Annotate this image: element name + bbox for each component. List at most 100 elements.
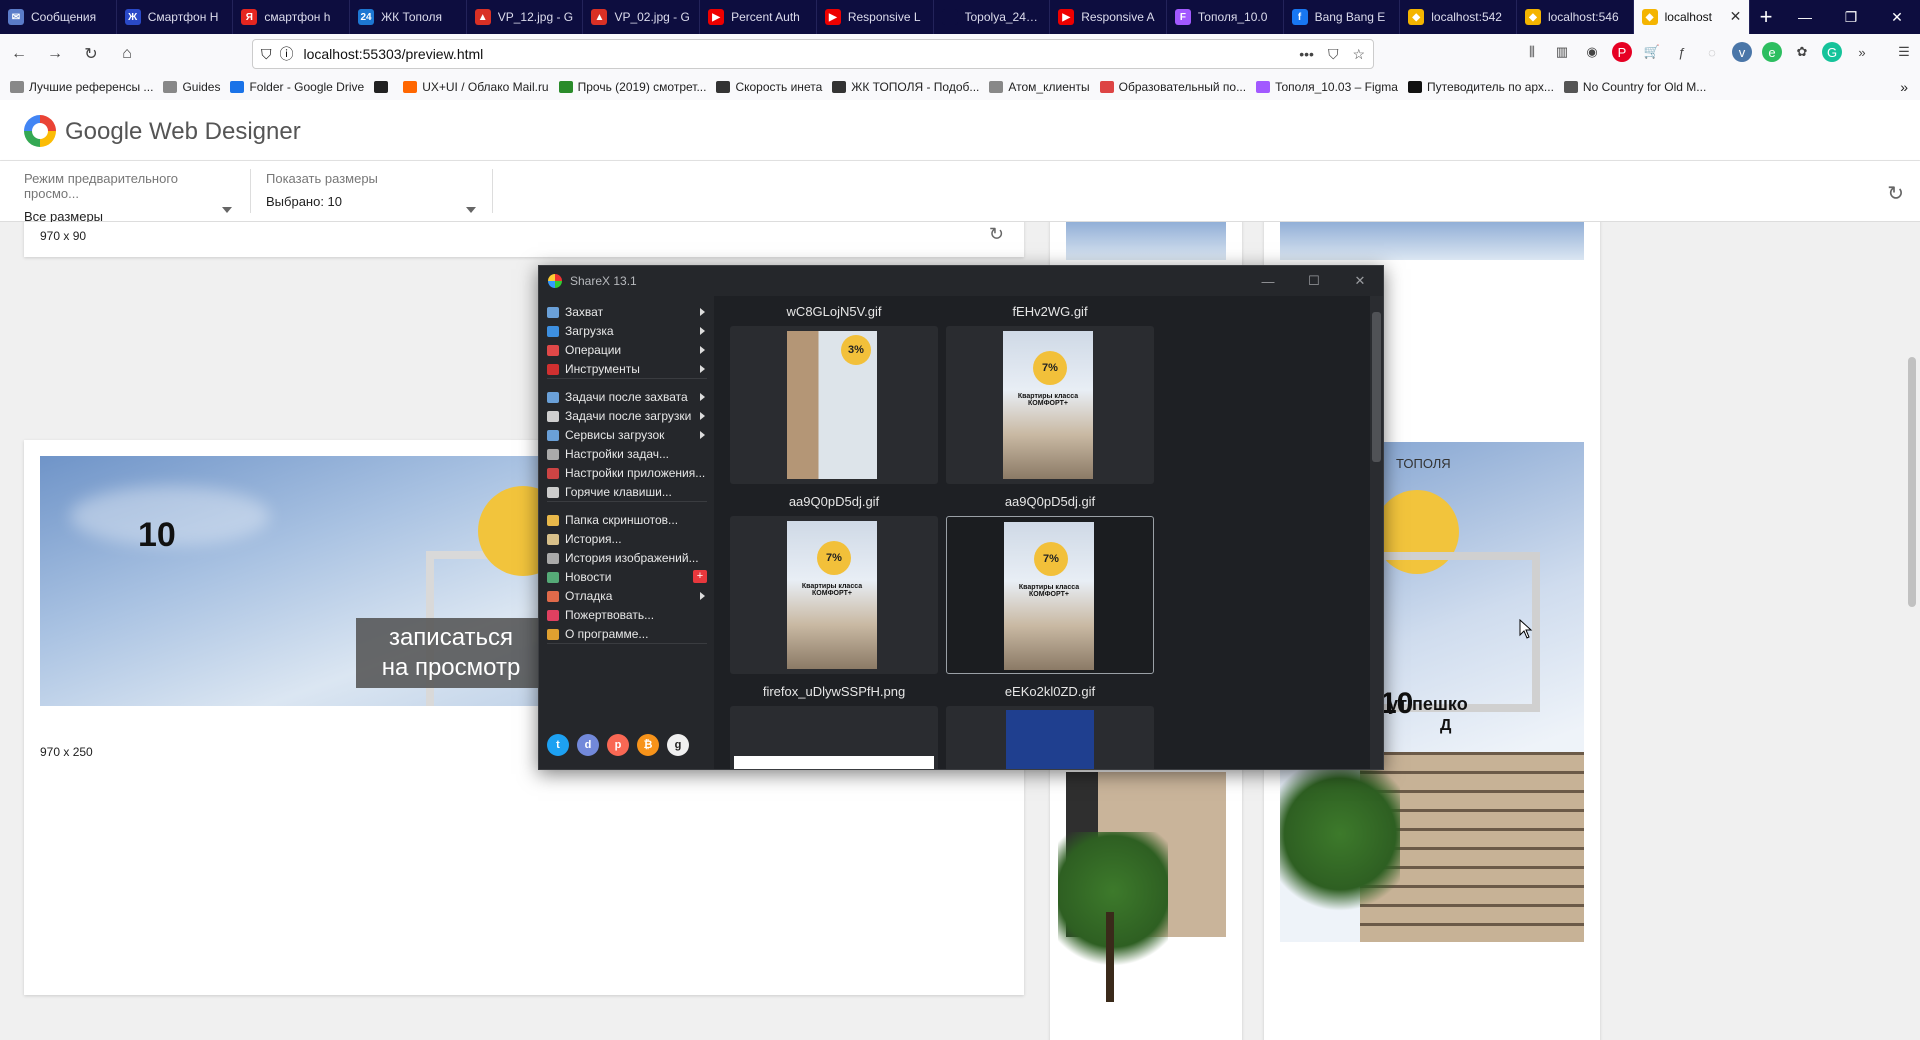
bookmark-item[interactable]: ЖК ТОПОЛЯ - Подоб... (832, 80, 979, 94)
sharex-menu-item[interactable]: Операции (547, 340, 711, 360)
bookmark-item[interactable] (374, 81, 393, 93)
sharex-menu-item[interactable]: История... (547, 529, 711, 549)
menu-icon[interactable]: ☰ (1894, 42, 1914, 62)
browser-tab[interactable]: ◆ localhost:546 (1517, 0, 1634, 34)
bookmarks-overflow-icon[interactable]: » (1900, 79, 1908, 95)
bookmark-item[interactable]: Лучшие референсы ... (10, 80, 153, 94)
browser-tab[interactable]: ▲ VP_12.jpg - G (467, 0, 584, 34)
minimize-icon[interactable]: — (1245, 266, 1291, 296)
pocket-icon[interactable]: ⛉ (1328, 46, 1339, 63)
sidebar-icon[interactable]: ▥ (1552, 42, 1572, 62)
forward-arrow-icon[interactable]: → (38, 39, 72, 69)
bookmark-item[interactable]: No Country for Old M... (1563, 80, 1706, 94)
url-bar[interactable]: ⛉ ⓘ localhost:55303/preview.html ••• ⛉ ☆ (252, 39, 1374, 69)
bookmark-item[interactable]: Образовательный по... (1099, 80, 1246, 94)
bookmark-item[interactable]: Путеводитель по арх... (1407, 80, 1554, 94)
file-thumbnail[interactable] (946, 706, 1154, 769)
home-icon[interactable]: ⌂ (110, 39, 144, 69)
file-thumbnail[interactable]: 7% Квартиры класса КОМФОРТ+ (730, 516, 938, 674)
browser-tab[interactable]: F Тополя_10.0 (1167, 0, 1284, 34)
discord-icon[interactable]: d (577, 734, 599, 756)
browser-tab[interactable]: ▶ Responsive L (817, 0, 934, 34)
sharex-file-item[interactable]: aa9Q0pD5dj.gif 7% Квартиры класса КОМФОРТ+ (946, 492, 1154, 674)
close-icon[interactable]: ✕ (1337, 266, 1383, 296)
sharex-menu-item[interactable]: Настройки задач... (547, 444, 711, 464)
sharex-menu-item[interactable]: Загрузка (547, 321, 711, 341)
chevron-down-icon[interactable] (222, 207, 232, 213)
sharex-menu-item[interactable]: О программе... (547, 624, 711, 644)
github-icon[interactable]: g (667, 734, 689, 756)
reload-icon[interactable]: ↻ (74, 39, 108, 69)
bookmark-item[interactable]: UX+UI / Облако Mail.ru (403, 80, 549, 94)
sharex-title-bar[interactable]: ShareX 13.1 — ☐ ✕ (539, 266, 1383, 296)
close-tab-icon[interactable]: ✕ (1730, 8, 1742, 25)
file-thumbnail[interactable] (730, 706, 938, 769)
twitter-icon[interactable]: t (547, 734, 569, 756)
sharex-menu-item[interactable]: Пожертвовать... (547, 605, 711, 625)
evernote-icon[interactable]: e (1762, 42, 1782, 62)
browser-tab[interactable]: ◆ localhost ✕ (1633, 0, 1751, 34)
grammarly-icon[interactable]: G (1822, 42, 1842, 62)
overflow-chevron-icon[interactable]: » (1852, 42, 1872, 62)
sharex-menu-item[interactable]: Папка скриншотов... (547, 510, 711, 530)
file-thumbnail[interactable]: 3% (730, 326, 938, 484)
browser-tab[interactable]: ▶ Percent Auth (700, 0, 817, 34)
browser-tab[interactable]: Topolya_240_400 (934, 0, 1051, 34)
browser-tab[interactable]: Ж Смартфон Н (117, 0, 234, 34)
sharex-file-item[interactable]: fEHv2WG.gif 7% Квартиры класса КОМФОРТ+ (946, 302, 1154, 484)
restore-icon[interactable]: ❐ (1828, 0, 1874, 34)
sharex-menu-item[interactable]: Задачи после загрузки (547, 406, 711, 426)
refresh-icon[interactable]: ↻ (989, 224, 1004, 245)
sharex-menu-item[interactable]: Новости + (547, 567, 711, 587)
paw-icon[interactable]: ✿ (1792, 42, 1812, 62)
sharex-file-item[interactable]: wC8GLojN5V.gif 3% (730, 302, 938, 484)
sharex-menu-item[interactable]: Задачи после захвата (547, 387, 711, 407)
bookmark-item[interactable]: Атом_клиенты (989, 80, 1090, 94)
vk-icon[interactable]: v (1732, 42, 1752, 62)
url-text[interactable]: localhost:55303/preview.html (304, 46, 484, 62)
browser-tab[interactable]: f Bang Bang E (1284, 0, 1401, 34)
show-sizes-select[interactable]: Показать размеры Выбрано: 10 (266, 171, 476, 213)
cart-icon[interactable]: 🛒 (1642, 42, 1662, 62)
bookmark-item[interactable]: Скорость инета (716, 80, 822, 94)
close-icon[interactable]: ✕ (1874, 0, 1920, 34)
sharex-scrollbar[interactable] (1370, 296, 1383, 769)
page-scrollbar[interactable] (1904, 222, 1920, 1040)
library-icon[interactable]: ⫼ (1522, 42, 1542, 62)
formula-icon[interactable]: ƒ (1672, 42, 1692, 62)
file-thumbnail[interactable]: 7% Квартиры класса КОМФОРТ+ (946, 516, 1154, 674)
minimize-icon[interactable]: — (1782, 0, 1828, 34)
patreon-icon[interactable]: p (607, 734, 629, 756)
sharex-menu-item[interactable]: Захват (547, 302, 711, 322)
bitcoin-icon[interactable]: ₿ (637, 734, 659, 756)
sharex-menu-item[interactable]: Отладка (547, 586, 711, 606)
new-tab-button[interactable]: + (1750, 0, 1782, 34)
bookmark-item[interactable]: Тополя_10.03 – Figma (1256, 80, 1398, 94)
account-icon[interactable]: ◉ (1582, 42, 1602, 62)
scrollbar-thumb[interactable] (1908, 357, 1916, 607)
more-actions-icon[interactable]: ••• (1299, 46, 1314, 63)
show-sizes-value[interactable]: Выбрано: 10 (266, 194, 476, 209)
pinterest-icon[interactable]: P (1612, 42, 1632, 62)
sharex-file-item[interactable]: firefox_uDlywSSPfH.png (730, 682, 938, 769)
sharex-menu-item[interactable]: Горячие клавиши... (547, 482, 711, 502)
maximize-icon[interactable]: ☐ (1291, 266, 1337, 296)
bookmark-item[interactable]: Guides (163, 80, 220, 94)
back-arrow-icon[interactable]: ← (2, 39, 36, 69)
refresh-icon[interactable]: ↻ (1887, 181, 1904, 206)
sharex-menu-item[interactable]: Настройки приложения... (547, 463, 711, 483)
browser-tab[interactable]: ✉ Сообщения (0, 0, 117, 34)
sharex-menu-item[interactable]: История изображений... (547, 548, 711, 568)
browser-tab[interactable]: Ясмартфон h (233, 0, 351, 34)
preview-mode-select[interactable]: Режим предварительного просмо... Все раз… (24, 171, 234, 224)
sharex-menu-item[interactable]: Сервисы загрузок (547, 425, 711, 445)
bookmark-item[interactable]: Folder - Google Drive (230, 80, 364, 94)
sharex-menu-item[interactable]: Инструменты (547, 359, 711, 379)
chevron-down-icon[interactable] (466, 207, 476, 213)
browser-tab[interactable]: 24 ЖК Тополя (350, 0, 467, 34)
bookmark-item[interactable]: Прочь (2019) смотрет... (558, 80, 706, 94)
sharex-file-item[interactable]: eEKo2kl0ZD.gif (946, 682, 1154, 769)
scrollbar-thumb[interactable] (1372, 312, 1381, 462)
file-thumbnail[interactable]: 7% Квартиры класса КОМФОРТ+ (946, 326, 1154, 484)
bookmark-star-icon[interactable]: ☆ (1352, 46, 1365, 63)
